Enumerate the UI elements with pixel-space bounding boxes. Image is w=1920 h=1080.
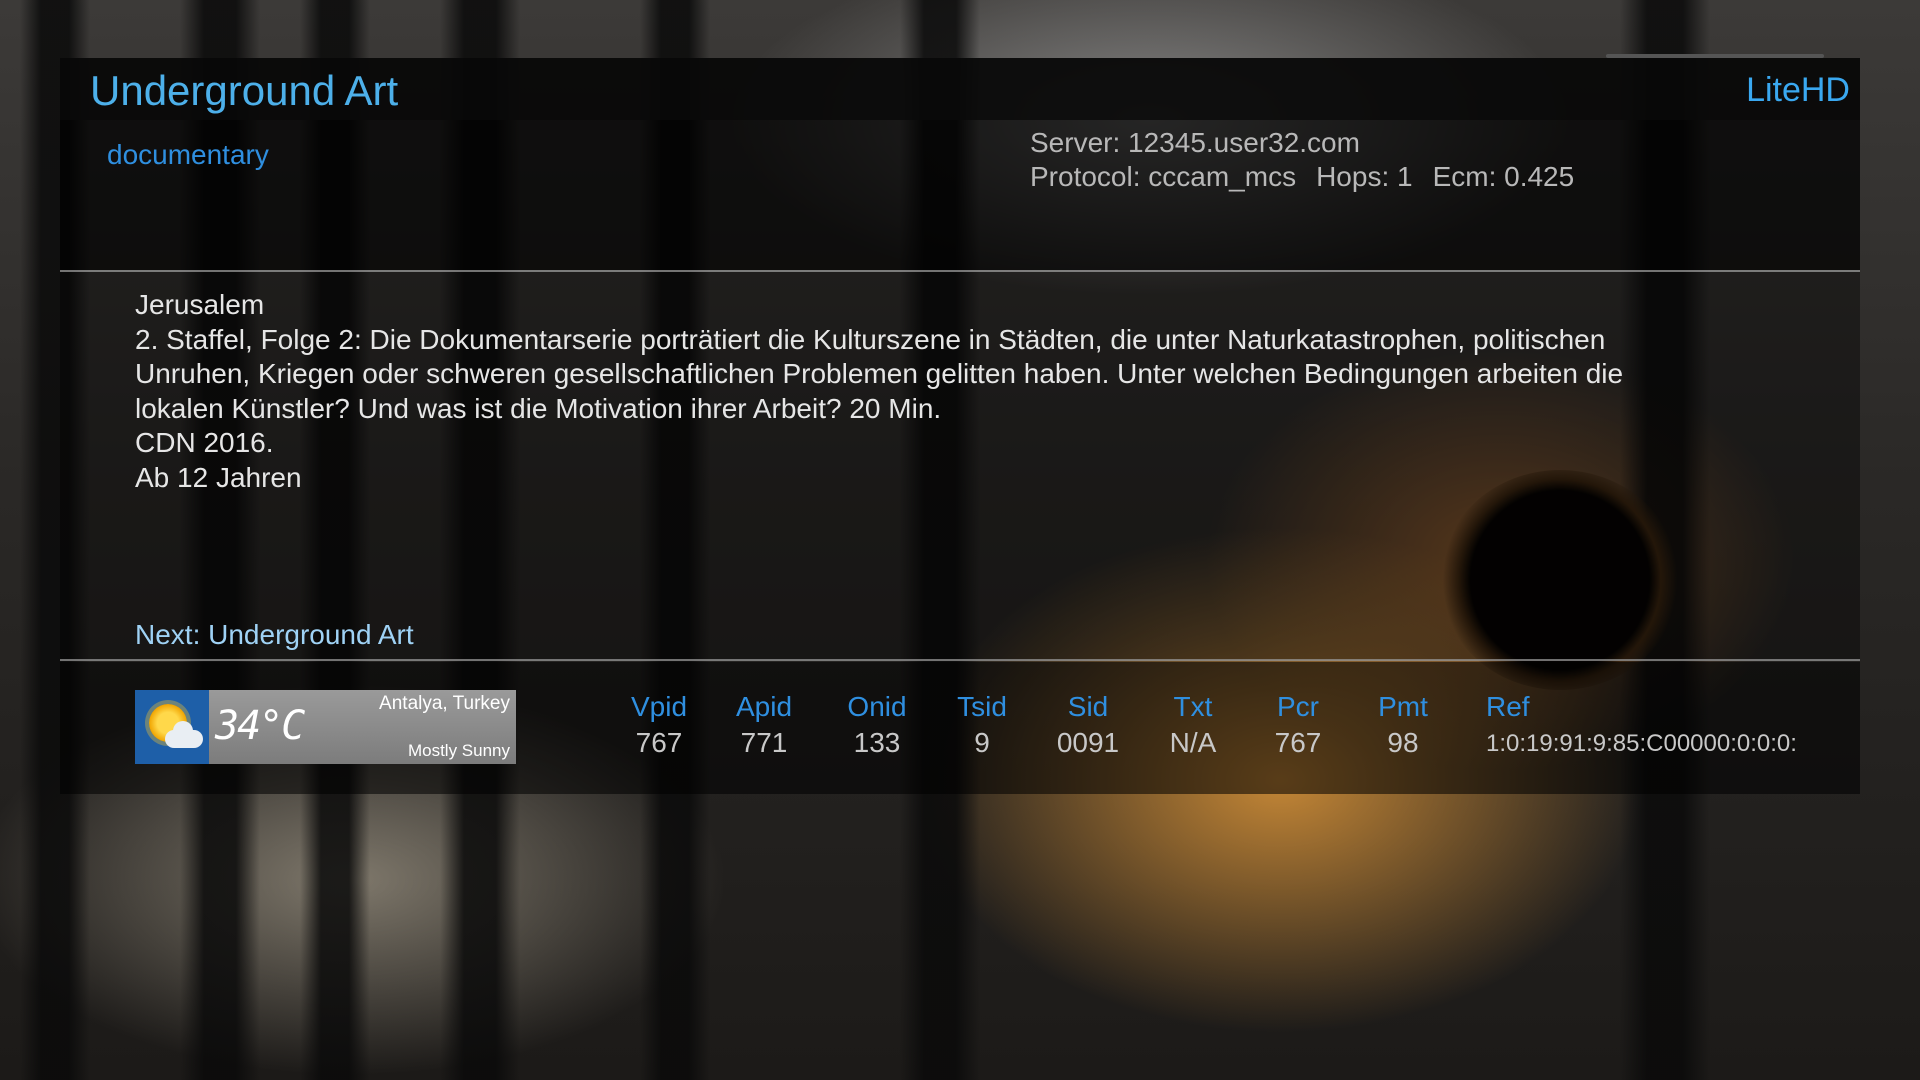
ecm-info: Ecm: 0.425 bbox=[1432, 161, 1575, 192]
pcr-column: Pcr 767 bbox=[1238, 690, 1358, 762]
ref-column: Ref 1:0:19:91:9:85:C00000:0:0:0: bbox=[1486, 690, 1797, 764]
onid-column: Onid 133 bbox=[817, 690, 937, 762]
pid-label: Sid bbox=[1067, 691, 1109, 722]
pid-value: 767 bbox=[635, 727, 683, 758]
pid-value: 98 bbox=[1387, 727, 1419, 758]
weather-condition: Mostly Sunny bbox=[407, 741, 510, 760]
apid-column: Apid 771 bbox=[704, 690, 824, 762]
pmt-column: Pmt 98 bbox=[1343, 690, 1463, 762]
pid-label: Apid bbox=[735, 691, 793, 722]
genre-label: documentary bbox=[107, 139, 269, 170]
tsid-column: Tsid 9 bbox=[922, 690, 1042, 762]
weather-temperature: 34°C bbox=[215, 703, 305, 749]
txt-column: Txt N/A bbox=[1133, 690, 1253, 762]
description-line: Jerusalem bbox=[135, 289, 265, 320]
pid-value: 9 bbox=[974, 727, 990, 758]
ref-value: 1:0:19:91:9:85:C00000:0:0:0: bbox=[1486, 730, 1797, 757]
sid-column: Sid 0091 bbox=[1028, 690, 1148, 762]
pid-label: Txt bbox=[1173, 691, 1213, 722]
pid-label: Vpid bbox=[630, 691, 688, 722]
info-panel bbox=[60, 120, 1860, 270]
ref-label: Ref bbox=[1486, 691, 1530, 722]
description-line: CDN 2016. bbox=[135, 427, 274, 458]
channel-title: Underground Art bbox=[90, 67, 399, 114]
weather-widget: 34°C Antalya, Turkey Mostly Sunny bbox=[135, 690, 516, 764]
server-info: Server: 12345.user32.com bbox=[1030, 127, 1360, 158]
pid-value: N/A bbox=[1169, 727, 1217, 758]
pid-label: Tsid bbox=[957, 691, 1007, 722]
event-description: Jerusalem 2. Staffel, Folge 2: Die Dokum… bbox=[135, 288, 1755, 495]
pid-label: Onid bbox=[847, 691, 907, 722]
next-event: Next: Underground Art bbox=[135, 619, 414, 650]
pid-label: Pcr bbox=[1277, 691, 1319, 722]
pid-value: 767 bbox=[1274, 727, 1322, 758]
description-line: Unruhen, Kriegen oder schweren gesellsch… bbox=[135, 358, 1624, 389]
divider bbox=[60, 659, 1860, 661]
description-line: lokalen Künstler? Und was ist die Motiva… bbox=[135, 392, 942, 424]
pid-value: 0091 bbox=[1056, 727, 1120, 758]
hops-info: Hops: 1 bbox=[1316, 161, 1413, 192]
sun-cloud-icon bbox=[135, 690, 209, 764]
pid-value: 133 bbox=[853, 727, 901, 758]
protocol-info: Protocol: cccam_mcs bbox=[1030, 161, 1297, 192]
vpid-column: Vpid 767 bbox=[599, 690, 719, 762]
description-line: 2. Staffel, Folge 2: Die Dokumentarserie… bbox=[135, 323, 1606, 355]
weather-location: Antalya, Turkey bbox=[379, 693, 510, 714]
brand-logo: LiteHD bbox=[1746, 71, 1850, 109]
pid-value: 771 bbox=[740, 727, 788, 758]
description-line: Ab 12 Jahren bbox=[135, 461, 302, 493]
pid-label: Pmt bbox=[1378, 691, 1428, 722]
protocol-line: Protocol: cccam_mcs Hops: 1 Ecm: 0.425 bbox=[1030, 160, 1574, 194]
